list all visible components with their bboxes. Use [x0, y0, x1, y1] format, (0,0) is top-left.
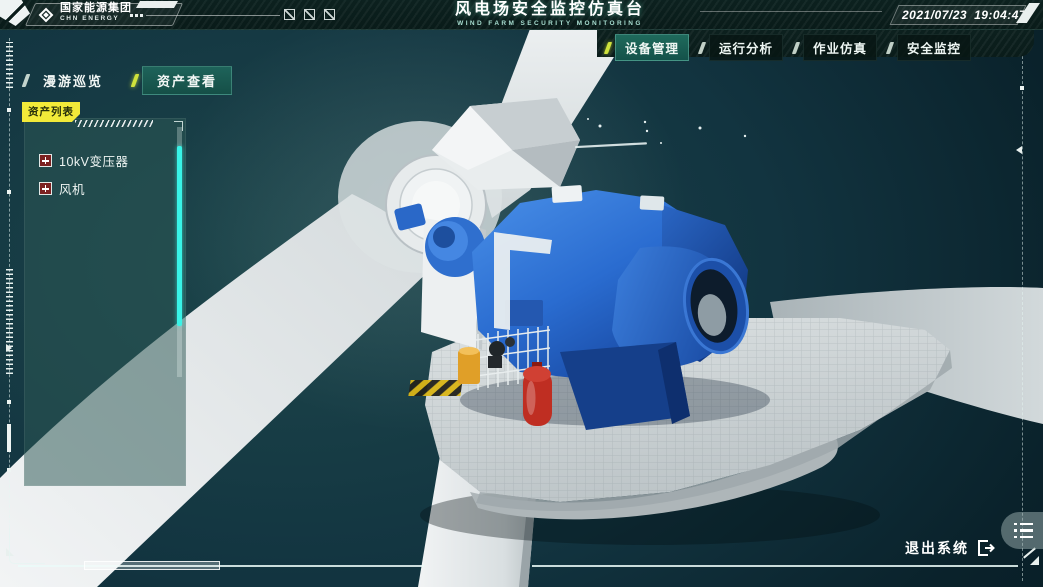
logout-icon	[977, 540, 995, 556]
bar-marker	[7, 424, 11, 452]
menu-row-decor	[1014, 523, 1043, 526]
dots-decor	[130, 14, 133, 17]
expand-plus-icon[interactable]	[39, 154, 52, 167]
view-mode-tabs: 漫游巡览 资产查看	[24, 66, 232, 95]
slashed-square-icon	[304, 9, 315, 20]
exit-system-button[interactable]: 退出系统	[905, 538, 995, 558]
asset-tree: 10kV变压器 风机	[39, 151, 129, 198]
tab-label: 漫游巡览	[33, 67, 113, 94]
dot-marker	[1020, 86, 1024, 90]
tree-item-label: 10kV变压器	[59, 151, 129, 170]
menu-row-decor	[1014, 536, 1043, 539]
top-header-bar: 国家能源集团 CHN ENERGY 风电场安全监控仿真台 WIND FARM S…	[0, 0, 1043, 30]
panel-hatch-decor	[75, 120, 153, 127]
dashed-line-decor	[1022, 56, 1023, 581]
tab-tick-icon	[604, 42, 612, 54]
main-nav-tabs: 设备管理 运行分析 作业仿真 安全监控	[606, 34, 971, 61]
tab-label: 作业仿真	[803, 34, 877, 61]
expand-plus-icon[interactable]	[39, 182, 52, 195]
triangle-marker	[6, 344, 12, 352]
date-text: 2021/07/23	[902, 8, 967, 22]
header-line-decor	[146, 15, 280, 16]
tree-item-transformer[interactable]: 10kV变压器	[39, 151, 129, 170]
tab-tick-icon	[886, 42, 894, 54]
dot-marker	[7, 468, 11, 472]
tick-hatch-decor	[6, 42, 13, 88]
dot-marker	[7, 190, 11, 194]
bottom-bar-decor	[84, 561, 220, 570]
exit-system-label: 退出系统	[905, 538, 969, 558]
tab-roaming-tour[interactable]: 漫游巡览	[24, 67, 113, 94]
bottom-line-decor	[18, 565, 424, 567]
slashed-square-icon	[324, 9, 335, 20]
tab-label: 资产查看	[142, 66, 232, 95]
logo-org-name: 国家能源集团	[60, 3, 132, 14]
app-title-en: WIND FARM SECURITY MONITORING	[400, 21, 700, 28]
slashed-square-icon	[284, 9, 295, 20]
tab-tick-icon	[698, 42, 706, 54]
triangle-marker	[1030, 556, 1039, 565]
slashed-square-icons	[284, 9, 335, 20]
tab-device-management[interactable]: 设备管理	[606, 34, 689, 61]
red-pressure-tank	[523, 362, 552, 426]
corner-line-decor	[9, 528, 45, 564]
chn-energy-emblem-icon	[36, 5, 56, 25]
datetime-display: 2021/07/2319:04:47	[894, 5, 1022, 25]
dot-marker	[7, 400, 11, 404]
layers-menu-button[interactable]	[1001, 512, 1043, 549]
header-line-decor	[700, 11, 882, 12]
tab-tick-icon	[131, 74, 140, 87]
tab-operation-analysis[interactable]: 运行分析	[700, 34, 783, 61]
yellow-canister	[458, 350, 480, 384]
dot-marker	[7, 108, 11, 112]
tab-label: 运行分析	[709, 34, 783, 61]
wind-farm-monitoring-app: 国家能源集团 CHN ENERGY 风电场安全监控仿真台 WIND FARM S…	[0, 0, 1043, 587]
triangle-marker	[1016, 146, 1022, 154]
tab-safety-monitoring[interactable]: 安全监控	[888, 34, 971, 61]
logo-org-name-en: CHN ENERGY	[60, 16, 132, 23]
tab-job-simulation[interactable]: 作业仿真	[794, 34, 877, 61]
left-ruler-decor	[6, 38, 22, 568]
logo-notch-decor	[136, 1, 178, 8]
app-title: 风电场安全监控仿真台 WIND FARM SECURITY MONITORING	[400, 2, 700, 28]
tab-tick-icon	[792, 42, 800, 54]
tab-label: 安全监控	[897, 34, 971, 61]
scrollbar-thumb[interactable]	[177, 146, 182, 326]
right-ruler-decor	[1016, 56, 1036, 587]
asset-list-tag: 资产列表	[22, 102, 80, 122]
tree-item-label: 风机	[59, 179, 85, 198]
tab-asset-view[interactable]: 资产查看	[133, 66, 232, 95]
tab-label: 设备管理	[615, 34, 689, 61]
tree-item-wind-turbine[interactable]: 风机	[39, 179, 129, 198]
app-title-cn: 风电场安全监控仿真台	[400, 2, 700, 18]
bottom-line-decor	[532, 565, 1018, 567]
menu-row-decor	[1014, 529, 1043, 532]
tick-hatch-decor	[6, 268, 13, 374]
asset-list-panel: 10kV变压器 风机	[24, 118, 186, 486]
